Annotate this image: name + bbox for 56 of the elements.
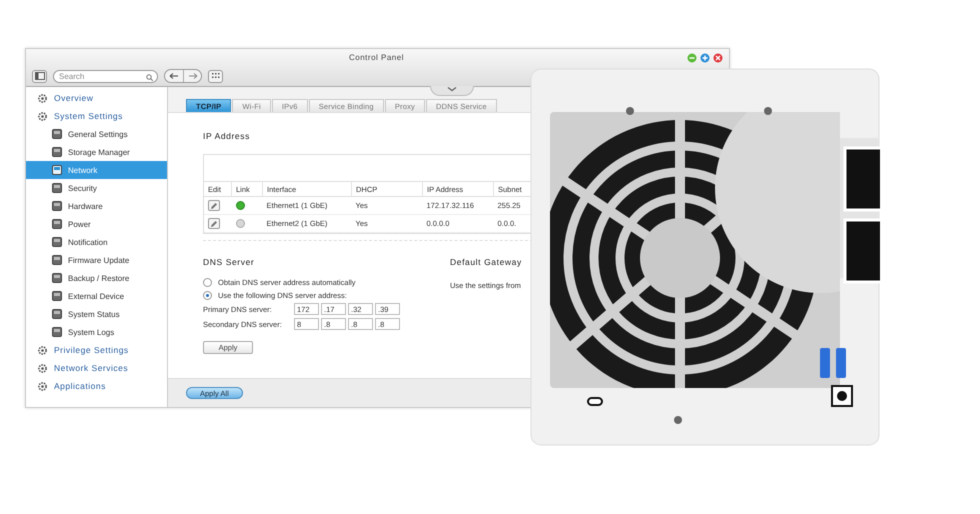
right-arrow-icon	[188, 73, 198, 79]
sidebar-item[interactable]: Firmware Update	[26, 251, 167, 269]
pencil-icon	[210, 220, 218, 228]
tile-icon	[52, 147, 62, 157]
sidebar-item[interactable]: External Device	[26, 287, 167, 305]
sidebar-item[interactable]: Notification	[26, 233, 167, 251]
gear-icon	[37, 362, 48, 374]
section-heading: DNS Server	[203, 257, 256, 267]
tile-icon	[52, 165, 62, 175]
sidebar-item[interactable]: Backup / Restore	[26, 269, 167, 287]
tile-icon	[52, 255, 62, 265]
pencil-icon	[210, 202, 218, 210]
search-field[interactable]: Search	[53, 70, 158, 82]
left-arrow-icon	[169, 73, 179, 79]
radio-button[interactable]	[203, 291, 212, 300]
apps-grid-button[interactable]	[208, 70, 223, 82]
sidebar-item[interactable]: Security	[26, 179, 167, 197]
collapse-handle[interactable]	[430, 86, 474, 96]
tile-icon	[52, 219, 62, 229]
sidebar-item[interactable]: System Logs	[26, 323, 167, 341]
tile-icon	[52, 183, 62, 193]
search-icon	[146, 74, 153, 80]
tile-icon	[52, 237, 62, 247]
sidebar-item[interactable]: Power	[26, 215, 167, 233]
maximize-button[interactable]	[700, 52, 710, 62]
tile-icon	[52, 273, 62, 283]
window-title: Control Panel	[348, 53, 405, 62]
sidebar-item[interactable]: System Status	[26, 305, 167, 323]
sidebar-item[interactable]: General Settings	[26, 125, 167, 143]
sidebar-toggle-button[interactable]	[32, 70, 47, 82]
sidebar-item[interactable]: Hardware	[26, 197, 167, 215]
tile-icon	[52, 129, 62, 139]
gear-icon	[37, 380, 48, 392]
sidebar-item[interactable]: Privilege Settings	[26, 341, 167, 359]
gear-icon	[37, 110, 48, 122]
section-heading: Default Gateway	[450, 257, 522, 267]
section-heading: IP Address	[203, 131, 251, 141]
gear-icon	[37, 344, 48, 356]
minimize-button[interactable]	[687, 52, 697, 62]
sidebar-item[interactable]: Overview	[26, 89, 167, 107]
grid-icon	[212, 73, 220, 79]
gear-icon	[37, 92, 48, 104]
sidebar-item[interactable]: Storage Manager	[26, 143, 167, 161]
tile-icon	[52, 327, 62, 337]
tile-icon	[52, 309, 62, 319]
sidebar-item[interactable]: Network Services	[26, 359, 167, 377]
tile-icon	[52, 291, 62, 301]
sidebar-item[interactable]: Applications	[26, 377, 167, 395]
edit-button[interactable]	[208, 218, 220, 229]
sidebar-item[interactable]: System Settings	[26, 107, 167, 125]
edit-button[interactable]	[208, 200, 220, 211]
close-button[interactable]	[713, 52, 723, 62]
radio-button[interactable]	[203, 278, 212, 287]
sidebar-icon	[34, 72, 44, 80]
tile-icon	[52, 201, 62, 211]
chevron-down-icon	[446, 86, 458, 92]
